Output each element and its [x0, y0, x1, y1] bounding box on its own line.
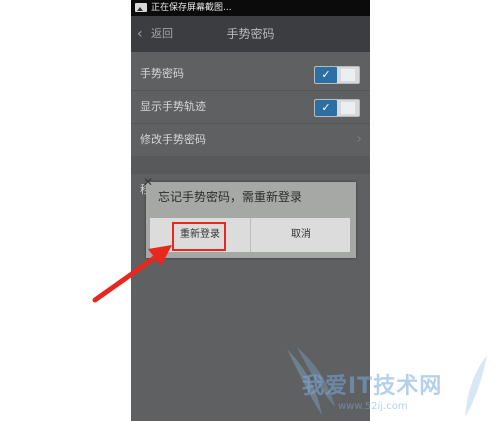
dialog-message: 忘记手势密码，需重新登录: [158, 190, 303, 204]
cancel-button[interactable]: 取消: [250, 218, 351, 252]
toggle-knob: [341, 69, 355, 81]
status-text: 正在保存屏幕截图...: [151, 3, 232, 13]
show-gesture-trail-toggle[interactable]: ✓: [314, 99, 360, 117]
change-gesture-password-row[interactable]: 修改手势密码 ›: [131, 124, 370, 156]
change-gesture-password-label: 修改手势密码: [140, 133, 206, 146]
chevron-right-icon: ›: [356, 131, 362, 147]
show-gesture-trail-label: 显示手势轨迹: [140, 100, 206, 113]
check-icon: ✓: [315, 100, 337, 116]
check-icon: ✓: [315, 67, 337, 83]
watermark-url: www.52ij.com: [338, 401, 408, 412]
close-icon[interactable]: ✕: [143, 176, 153, 188]
gesture-password-row[interactable]: 手势密码 ✓: [131, 58, 370, 90]
watermark-text: 我爱IT技术网: [302, 374, 443, 399]
section-gap: [131, 156, 370, 174]
title-bar: ‹ 返回 手势密码: [131, 16, 370, 52]
status-bar: 正在保存屏幕截图...: [131, 0, 370, 16]
show-gesture-trail-row[interactable]: 显示手势轨迹 ✓: [131, 91, 370, 123]
gesture-password-label: 手势密码: [140, 67, 184, 80]
annotation-highlight-box: [172, 222, 226, 251]
screenshot-icon: [135, 3, 147, 12]
page-title: 手势密码: [226, 27, 275, 41]
gesture-password-toggle[interactable]: ✓: [314, 66, 360, 84]
toggle-knob: [341, 102, 355, 114]
